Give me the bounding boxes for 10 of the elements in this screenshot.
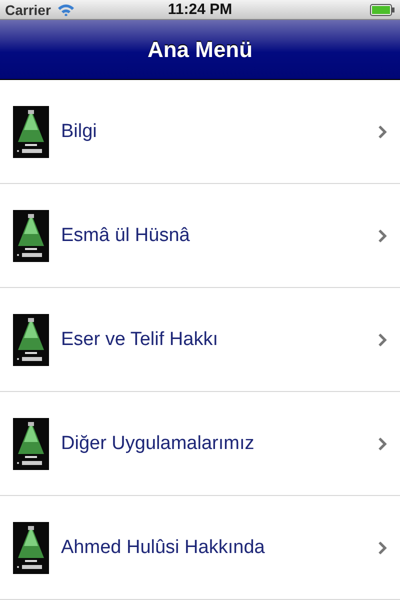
wifi-icon [56, 3, 75, 16]
clock-time: 11:24 PM [168, 1, 232, 18]
nav-title: Ana Menü [147, 36, 253, 62]
chevron-icon [378, 124, 387, 138]
chevron-icon [378, 540, 387, 554]
carrier-label: Carrier [5, 2, 51, 18]
battery-icon [370, 4, 395, 16]
chevron-icon [378, 332, 387, 346]
chevron-icon [378, 436, 387, 450]
chevron-icon [378, 228, 387, 242]
